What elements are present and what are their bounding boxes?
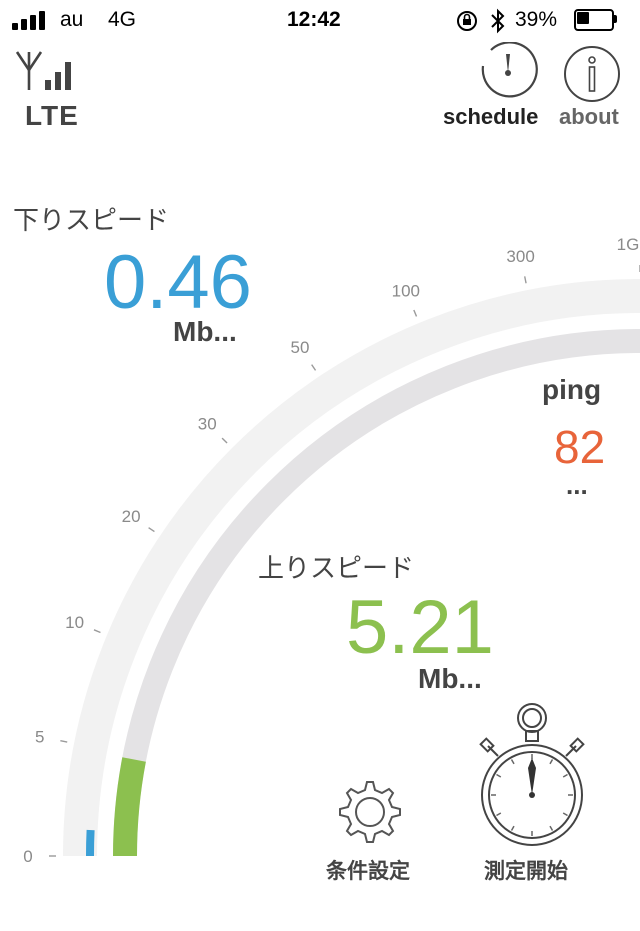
gauge-tick-label: 100 <box>392 282 420 301</box>
upload-label: 上りスピード <box>258 554 415 584</box>
start-measurement-label: 測定開始 <box>484 859 568 883</box>
ping-value: 82 <box>554 421 606 473</box>
gauge-tick-label: 30 <box>198 414 217 433</box>
upload-speed-value: 5.21 <box>346 585 494 670</box>
gauge-tick <box>311 364 317 371</box>
download-speed-value: 0.46 <box>104 240 252 325</box>
gauge-tick <box>524 276 527 284</box>
gauge-tick-label: 50 <box>291 338 310 357</box>
ping-unit: ... <box>566 470 588 500</box>
gauge-tick <box>93 629 101 634</box>
gauge-tick-label: 20 <box>122 507 141 526</box>
gauge-tick <box>221 437 228 444</box>
gear-icon <box>339 781 401 843</box>
upload-unit: Mb... <box>418 663 482 694</box>
gauge-tick-label: 0 <box>23 847 32 866</box>
gauge-tick-label: 1G <box>617 235 640 254</box>
gauge-tick <box>60 740 68 743</box>
gauge-tick-label: 10 <box>65 613 84 632</box>
download-gauge-fill <box>85 829 95 857</box>
settings-label: 条件設定 <box>326 859 410 883</box>
upload-gauge-fill <box>112 757 146 857</box>
gauge-tick-label: 300 <box>506 247 534 266</box>
gauge-tick <box>148 527 155 533</box>
download-unit: Mb... <box>173 316 237 347</box>
download-label: 下りスピード <box>13 206 170 236</box>
stopwatch-icon <box>479 703 585 846</box>
ping-label: ping <box>542 374 602 405</box>
gauge-tick-label: 5 <box>35 728 44 747</box>
gauge-tick <box>413 309 418 317</box>
